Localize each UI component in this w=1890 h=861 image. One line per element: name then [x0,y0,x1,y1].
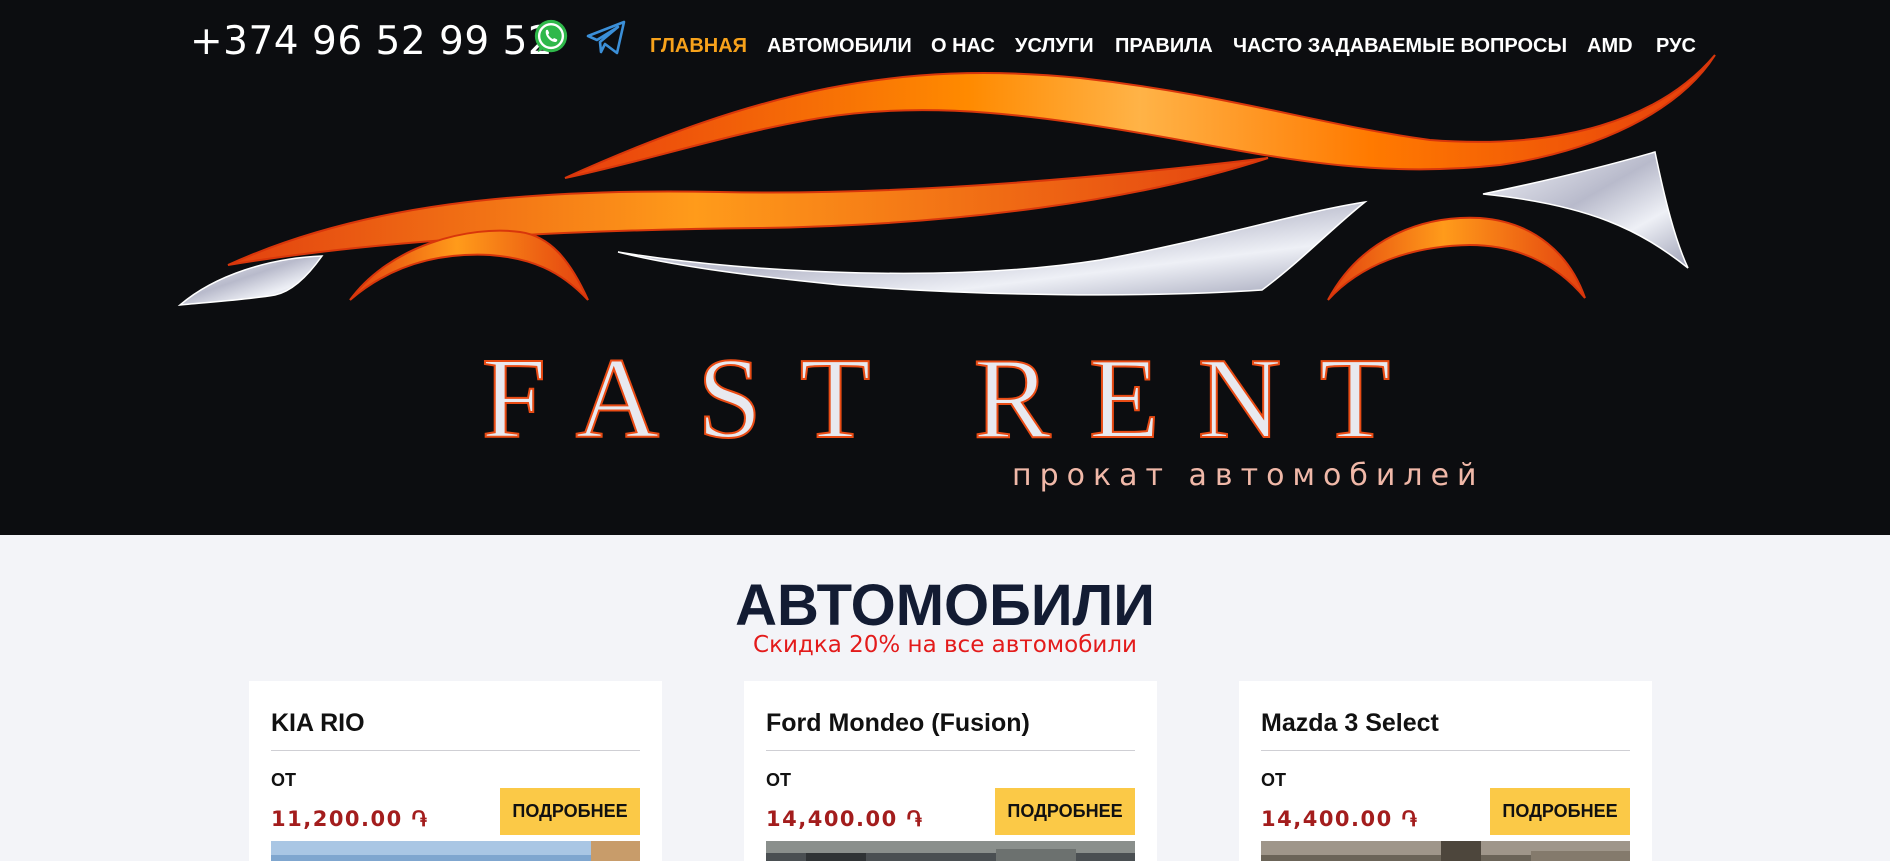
nav-item-home[interactable]: ГЛАВНАЯ [650,35,747,58]
hero-banner: +374 96 52 99 52 ГЛАВНАЯ АВТОМОБИЛИ О НА… [0,0,1890,535]
car-photo[interactable] [1261,841,1630,861]
price-from-label: ОТ [1261,770,1286,790]
price-from-label: ОТ [271,770,296,790]
card-divider [1261,750,1630,751]
phone-number-link[interactable]: +374 96 52 99 52 [190,19,553,64]
car-title[interactable]: Mazda 3 Select [1261,709,1439,738]
nav-item-faq[interactable]: ЧАСТО ЗАДАВАЕМЫЕ ВОПРОСЫ [1233,35,1567,58]
currency-switch[interactable]: AMD [1587,35,1633,58]
top-bar: +374 96 52 99 52 ГЛАВНАЯ АВТОМОБИЛИ О НА… [0,0,1890,90]
car-price: 11,200.00 ֏ [271,807,429,831]
card-divider [271,750,640,751]
car-title[interactable]: KIA RIO [271,709,365,738]
car-card-mazda-3[interactable]: Mazda 3 Select ОТ 14,400.00 ֏ ПОДРОБНЕЕ [1239,681,1652,861]
car-photo[interactable] [766,841,1135,861]
car-card-kia-rio[interactable]: KIA RIO ОТ 11,200.00 ֏ ПОДРОБНЕЕ [249,681,662,861]
whatsapp-icon[interactable] [532,18,570,56]
telegram-icon[interactable] [586,20,626,56]
brand-tagline: прокат автомобилей [1012,458,1485,493]
car-price: 14,400.00 ֏ [766,807,924,831]
nav-item-about[interactable]: О НАС [931,35,995,58]
card-divider [766,750,1135,751]
car-price: 14,400.00 ֏ [1261,807,1419,831]
nav-item-cars[interactable]: АВТОМОБИЛИ [767,35,912,58]
beltline-swoosh [227,157,1269,266]
details-button[interactable]: ПОДРОБНЕЕ [500,788,640,835]
language-switch[interactable]: РУС [1656,35,1696,58]
discount-subtitle: Скидка 20% на все автомобили [753,632,1137,658]
car-card-ford-mondeo[interactable]: Ford Mondeo (Fusion) ОТ 14,400.00 ֏ ПОДР… [744,681,1157,861]
car-photo[interactable] [271,841,640,861]
nav-item-rules[interactable]: ПРАВИЛА [1115,35,1213,58]
nav-item-services[interactable]: УСЛУГИ [1015,35,1094,58]
price-from-label: ОТ [766,770,791,790]
details-button[interactable]: ПОДРОБНЕЕ [1490,788,1630,835]
headlight [177,255,324,306]
rear-wheel-arch [1327,216,1586,301]
car-title[interactable]: Ford Mondeo (Fusion) [766,709,1030,738]
details-button[interactable]: ПОДРОБНЕЕ [995,788,1135,835]
brand-logo-text: FAST RENT [481,334,1429,464]
section-title: АВТОМОБИЛИ [735,573,1155,638]
